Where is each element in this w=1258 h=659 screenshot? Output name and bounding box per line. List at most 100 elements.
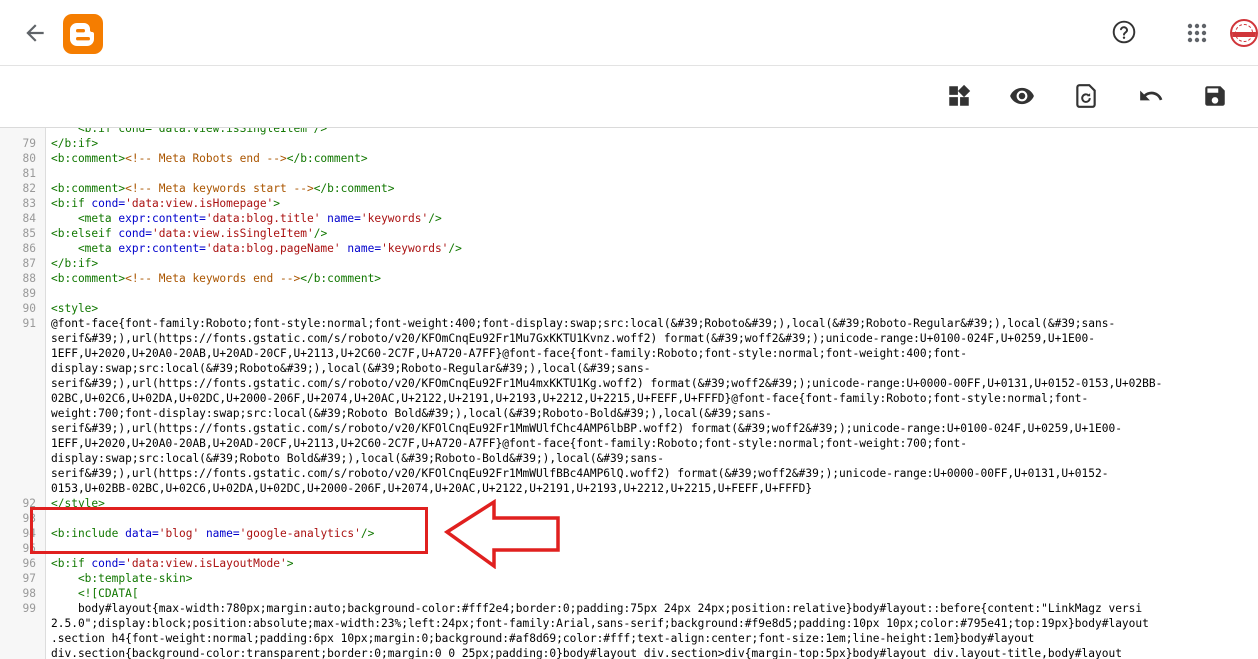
line-number: 79: [22, 137, 36, 150]
code-text: <b:elseif cond='data:view.isSingleItem'/…: [51, 226, 327, 241]
code-text: <style>: [51, 301, 98, 316]
line-number: 90: [22, 302, 36, 315]
restore-icon[interactable]: [1073, 83, 1099, 109]
code-text: div.section{background-color:transparent…: [51, 646, 1122, 659]
code-editor[interactable]: <b:if cond='data:view.isSingleItem'/> 79 <…: [0, 128, 1258, 659]
highlight-box: [30, 507, 428, 554]
code-token: 2.5.0";display:block;position:absolute;m…: [51, 617, 1149, 630]
code-text: 02BC,U+02C6,U+02DA,U+02DC,U+2000-206F,U+…: [51, 391, 1088, 406]
code-token: >: [286, 557, 294, 570]
line-number: 80: [22, 152, 36, 165]
code-token: 'keywords': [381, 242, 449, 255]
code-text: <b:comment><!-- Meta Robots end --></b:c…: [51, 151, 368, 166]
code-line: .section h4{font-weight:normal;padding:6…: [0, 631, 1258, 646]
code-line: 99 body#layout{max-width:780px;margin:au…: [0, 601, 1258, 616]
code-line: 96 <b:if cond='data:view.isLayoutMode'>: [0, 556, 1258, 571]
code-token: />: [448, 242, 462, 255]
help-circle-icon[interactable]: [1111, 19, 1137, 45]
apps-grid-icon[interactable]: [1185, 21, 1209, 45]
code-token: serif&#39;),url(https://fonts.gstatic.co…: [51, 332, 1095, 345]
top-app-bar: [0, 0, 1258, 66]
line-number: 99: [22, 602, 36, 615]
line-number: 86: [22, 242, 36, 255]
code-token: </b:if>: [51, 257, 99, 270]
code-text: <b:template-skin>: [51, 571, 193, 586]
code-text: display:swap;src:local(&#39;Roboto&#39;)…: [51, 361, 650, 376]
undo-icon[interactable]: [1138, 83, 1164, 109]
code-text: <b:if cond='data:view.isSingleItem'/>: [51, 128, 327, 136]
code-text: <meta expr:content='data:blog.title' nam…: [51, 211, 442, 226]
code-text: weight:700;font-display:swap;src:local(&…: [51, 406, 772, 421]
code-text: </b:if>: [51, 256, 98, 271]
line-number: 84: [22, 212, 36, 225]
code-token: cond=: [91, 197, 126, 210]
code-line: 1EFF,U+2020,U+20A0-20AB,U+20AD-20CF,U+21…: [0, 346, 1258, 361]
code-token: <meta: [51, 242, 119, 255]
code-token: 1EFF,U+2020,U+20A0-20AB,U+20AD-20CF,U+21…: [51, 347, 968, 360]
code-token: <style>: [51, 302, 99, 315]
arrow-left-icon[interactable]: [22, 20, 48, 46]
avatar[interactable]: [1230, 19, 1258, 47]
eye-icon[interactable]: [1009, 83, 1035, 109]
code-text: <b:if cond='data:view.isHomepage'>: [51, 196, 280, 211]
code-token: serif&#39;),url(https://fonts.gstatic.co…: [51, 377, 1163, 390]
avatar-band: [1232, 32, 1256, 37]
code-line: <b:if cond='data:view.isSingleItem'/>: [0, 128, 1258, 136]
code-text: display:swap;src:local(&#39;Roboto Bold&…: [51, 451, 664, 466]
code-line: 81: [0, 166, 1258, 181]
code-line: 80 <b:comment><!-- Meta Robots end --></b…: [0, 151, 1258, 166]
code-text: serif&#39;),url(https://fonts.gstatic.co…: [51, 376, 1162, 391]
code-line: serif&#39;),url(https://fonts.gstatic.co…: [0, 331, 1258, 346]
code-text: .section h4{font-weight:normal;padding:6…: [51, 631, 1034, 646]
code-line: weight:700;font-display:swap;src:local(&…: [0, 406, 1258, 421]
code-token: <b:comment>: [51, 272, 126, 285]
code-text: 0153,U+02BB-02BC,U+02C6,U+02DA,U+02DC,U+…: [51, 481, 812, 496]
code-token: cond=: [91, 557, 126, 570]
code-line: 86 <meta expr:content='data:blog.pageNam…: [0, 241, 1258, 256]
code-token: 'data:blog.title': [205, 212, 321, 225]
theme-editor-toolbar: [0, 66, 1258, 128]
code-token: />: [428, 212, 442, 225]
code-text: serif&#39;),url(https://fonts.gstatic.co…: [51, 421, 1122, 436]
code-token: 'data:blog.pageName': [205, 242, 341, 255]
red-arrow-annotation: [444, 499, 560, 569]
code-text: serif&#39;),url(https://fonts.gstatic.co…: [51, 331, 1095, 346]
code-token: <![CDATA[: [51, 587, 139, 600]
code-token: name=: [320, 212, 361, 225]
line-number: 82: [22, 182, 36, 195]
code-token: <b:comment>: [51, 152, 126, 165]
code-token: >: [273, 197, 281, 210]
code-text: </b:if>: [51, 136, 98, 151]
code-token: <b:if: [51, 197, 92, 210]
code-text: <b:comment><!-- Meta keywords start --><…: [51, 181, 395, 196]
code-text: <meta expr:content='data:blog.pageName' …: [51, 241, 462, 256]
code-token: <b:if cond='data:view.isSingleItem'/>: [51, 128, 328, 135]
code-token: 'data:view.isLayoutMode': [125, 557, 287, 570]
code-token: display:swap;src:local(&#39;Roboto Bold&…: [51, 452, 664, 465]
code-token: </b:comment>: [286, 152, 368, 165]
code-line: 97 <b:template-skin>: [0, 571, 1258, 586]
line-number: 98: [22, 587, 36, 600]
code-text: <b:comment><!-- Meta keywords end --></b…: [51, 271, 381, 286]
code-line: 85 <b:elseif cond='data:view.isSingleItem…: [0, 226, 1258, 241]
blogger-logo[interactable]: [63, 14, 103, 54]
code-token: 'keywords': [360, 212, 429, 225]
code-line: display:swap;src:local(&#39;Roboto&#39;)…: [0, 361, 1258, 376]
code-line: display:swap;src:local(&#39;Roboto Bold&…: [0, 451, 1258, 466]
code-line: 82 <b:comment><!-- Meta keywords start --…: [0, 181, 1258, 196]
code-text: <b:if cond='data:view.isLayoutMode'>: [51, 556, 294, 571]
code-line: 0153,U+02BB-02BC,U+02C6,U+02DA,U+02DC,U+…: [0, 481, 1258, 496]
save-icon[interactable]: [1202, 83, 1228, 109]
widgets-icon[interactable]: [946, 83, 972, 109]
code-token: .section h4{font-weight:normal;padding:6…: [51, 632, 1035, 645]
code-text: 2.5.0";display:block;position:absolute;m…: [51, 616, 1149, 631]
line-number: 96: [22, 557, 36, 570]
code-token: <b:if: [51, 557, 92, 570]
code-token: </b:if>: [51, 137, 99, 150]
code-token: <!-- Meta keywords start -->: [125, 182, 314, 195]
code-line: 2.5.0";display:block;position:absolute;m…: [0, 616, 1258, 631]
code-token: div.section{background-color:transparent…: [51, 647, 1122, 659]
code-token: serif&#39;),url(https://fonts.gstatic.co…: [51, 422, 1122, 435]
code-line: serif&#39;),url(https://fonts.gstatic.co…: [0, 376, 1258, 391]
code-line: 84 <meta expr:content='data:blog.title' …: [0, 211, 1258, 226]
